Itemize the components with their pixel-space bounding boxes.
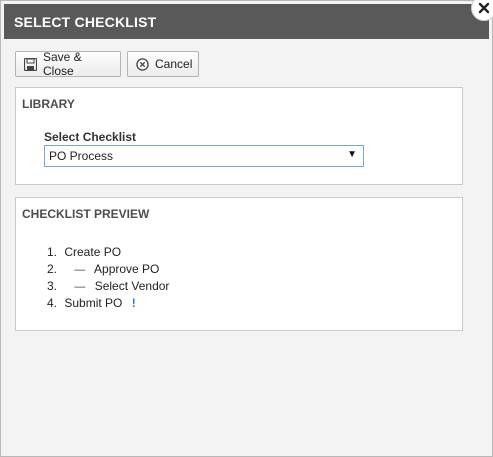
checklist-steps: 1. Create PO 2. — Approve PO 3. — Select…: [47, 244, 169, 312]
save-and-close-button[interactable]: Save & Close: [15, 50, 121, 78]
cancel-circle-icon: [136, 57, 149, 71]
select-checklist-label: Select Checklist: [44, 130, 137, 144]
step-text: Approve PO: [94, 262, 160, 276]
save-and-close-label: Save & Close: [43, 50, 82, 78]
step-number: 2.: [47, 262, 58, 276]
sub-step-indent-icon: —: [74, 264, 86, 276]
close-icon: [477, 1, 491, 15]
checklist-select[interactable]: PO Process ▼: [44, 145, 364, 167]
sub-step-indent-icon: —: [74, 281, 86, 293]
library-heading: LIBRARY: [22, 97, 75, 111]
step-text: Select Vendor: [94, 279, 170, 293]
dropdown-arrow-icon: ▼: [347, 149, 357, 160]
dialog-titlebar: SELECT CHECKLIST: [4, 4, 489, 39]
checklist-preview-panel: CHECKLIST PREVIEW 1. Create PO 2. — Appr…: [15, 197, 463, 331]
step-number: 1.: [47, 245, 58, 259]
checklist-step: 1. Create PO: [47, 244, 169, 261]
select-checklist-dialog: SELECT CHECKLIST Save & Close Cancel LIB…: [0, 0, 493, 457]
step-text: Create PO: [64, 245, 122, 259]
checklist-preview-heading: CHECKLIST PREVIEW: [22, 207, 150, 221]
checklist-step: 3. — Select Vendor: [47, 278, 169, 295]
floppy-disk-icon: [24, 57, 37, 71]
required-flag-icon: !: [131, 296, 136, 310]
cancel-button[interactable]: Cancel: [127, 51, 199, 77]
dialog-title: SELECT CHECKLIST: [14, 14, 157, 30]
checklist-step: 4. Submit PO !: [47, 295, 169, 312]
cancel-label: Cancel: [155, 57, 193, 71]
step-number: 4.: [47, 296, 58, 310]
checklist-select-value: PO Process: [49, 149, 114, 163]
checklist-step: 2. — Approve PO: [47, 261, 169, 278]
step-number: 3.: [47, 279, 58, 293]
step-text: Submit PO: [64, 296, 123, 310]
library-panel: LIBRARY Select Checklist PO Process ▼: [15, 87, 463, 185]
